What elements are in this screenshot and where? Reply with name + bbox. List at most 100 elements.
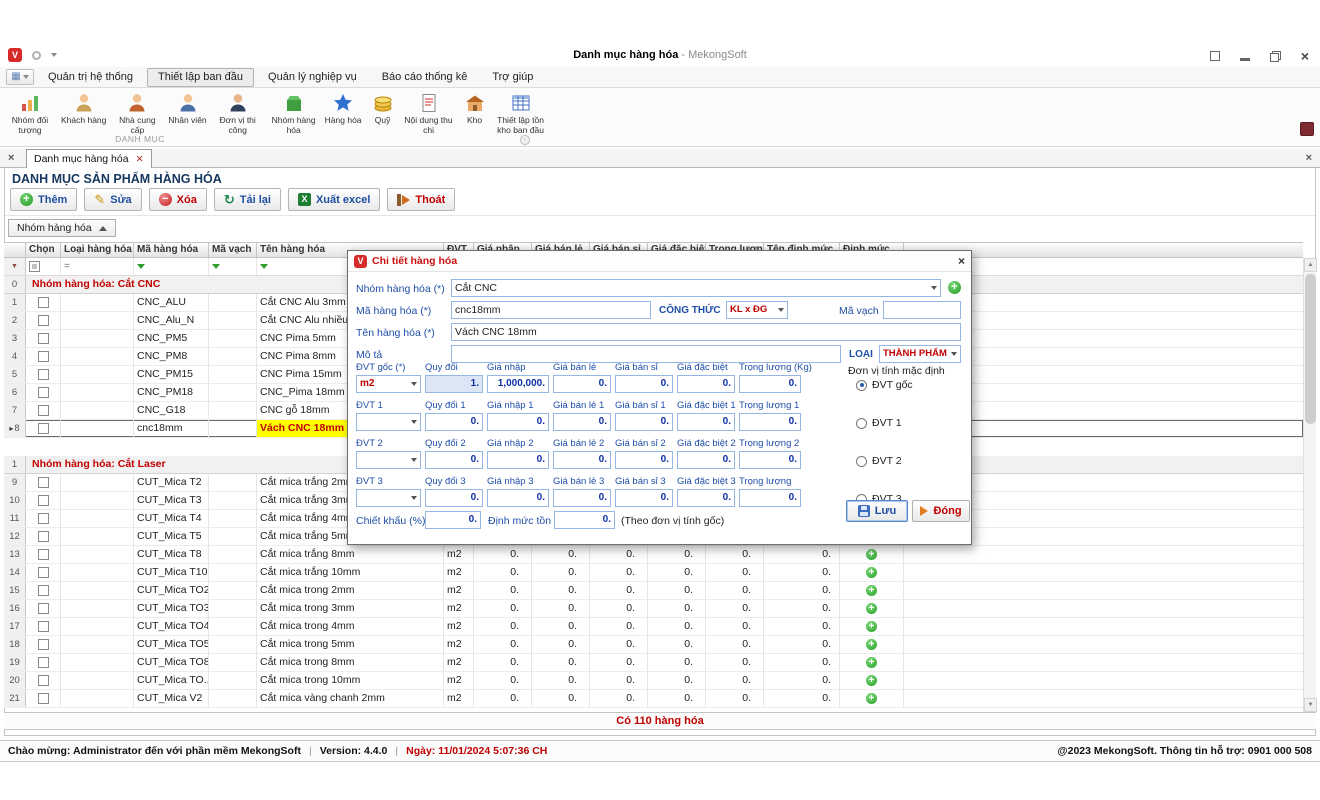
tab-quan-tri-he-thong[interactable]: Quản trị hệ thống xyxy=(37,68,144,87)
cell-ten-hang-hoa[interactable]: Cắt mica trong 5mm xyxy=(257,636,444,653)
cell-ma-hang-hoa[interactable]: CUT_Mica T4 xyxy=(134,510,209,527)
quy-doi-input[interactable]: 0. xyxy=(425,451,483,469)
delete-button[interactable]: − Xóa xyxy=(149,188,207,211)
cell-ma-vach[interactable] xyxy=(209,690,257,707)
filter-chon[interactable] xyxy=(26,258,61,275)
cell-gia-nhap[interactable]: 0. xyxy=(474,654,532,671)
cell-trong-luong[interactable]: 0. xyxy=(706,618,764,635)
cell-loai[interactable] xyxy=(61,654,134,671)
row-checkbox[interactable] xyxy=(38,297,49,308)
cell-gia-ban-le[interactable]: 0. xyxy=(532,690,590,707)
edit-button[interactable]: ✎ Sửa xyxy=(84,188,141,211)
row-checkbox[interactable] xyxy=(38,315,49,326)
cell-ma-hang-hoa[interactable]: CUT_Mica TO8 xyxy=(134,654,209,671)
filter-vach[interactable] xyxy=(209,258,257,275)
unit-select[interactable] xyxy=(356,413,421,431)
cell-gia-nhap[interactable]: 0. xyxy=(474,618,532,635)
cell-gia-ban-le[interactable]: 0. xyxy=(532,600,590,617)
cell-ma-vach[interactable] xyxy=(209,528,257,545)
row-checkbox[interactable] xyxy=(38,351,49,362)
table-row[interactable]: ▸17 CUT_Mica TO4 Cắt mica trong 4mm m2 0… xyxy=(4,618,1303,636)
table-row[interactable]: ▸18 CUT_Mica TO5 Cắt mica trong 5mm m2 0… xyxy=(4,636,1303,654)
unit-select[interactable] xyxy=(356,489,421,507)
cell-ma-hang-hoa[interactable]: CNC_ALU xyxy=(134,294,209,311)
cell-ma-vach[interactable] xyxy=(209,492,257,509)
cell-gia-ban-si[interactable]: 0. xyxy=(590,582,648,599)
row-checkbox[interactable] xyxy=(38,513,49,524)
add-group-icon[interactable]: + xyxy=(948,281,961,294)
cell-gia-dac-biet[interactable]: 0. xyxy=(648,618,706,635)
cell-chon[interactable] xyxy=(26,348,61,365)
cell-loai[interactable] xyxy=(61,582,134,599)
cell-chon[interactable] xyxy=(26,528,61,545)
cell-chon[interactable] xyxy=(26,618,61,635)
cell-ma-hang-hoa[interactable]: CUT_Mica T2 xyxy=(134,474,209,491)
add-dinh-muc-icon[interactable]: + xyxy=(866,657,877,668)
cell-gia-dac-biet[interactable]: 0. xyxy=(648,690,706,707)
cell-chon[interactable] xyxy=(26,330,61,347)
default-unit-radio[interactable]: ĐVT 2 xyxy=(856,455,902,467)
ribbon-item-don-vi-thi-cong[interactable]: Đơn vị thi công xyxy=(210,90,266,137)
cell-ma-vach[interactable] xyxy=(209,636,257,653)
gia-nhap-input[interactable]: 0. xyxy=(487,489,549,507)
dialog-close-icon[interactable]: × xyxy=(958,255,965,267)
cell-chon[interactable] xyxy=(26,546,61,563)
dialog-title-bar[interactable]: V Chi tiết hàng hóa × xyxy=(348,251,971,272)
cell-dvt[interactable]: m2 xyxy=(444,618,474,635)
filter-loai[interactable]: = xyxy=(61,258,134,275)
add-dinh-muc-icon[interactable]: + xyxy=(866,567,877,578)
cell-trong-luong[interactable]: 0. xyxy=(706,564,764,581)
add-dinh-muc-icon[interactable]: + xyxy=(866,639,877,650)
gia-ban-si-input[interactable]: 0. xyxy=(615,451,673,469)
gia-ban-le-input[interactable]: 0. xyxy=(553,451,611,469)
add-dinh-muc-icon[interactable]: + xyxy=(866,603,877,614)
table-row[interactable]: ▸13 CUT_Mica T8 Cắt mica trắng 8mm m2 0.… xyxy=(4,546,1303,564)
add-dinh-muc-icon[interactable]: + xyxy=(866,675,877,686)
cell-ten-hang-hoa[interactable]: Cắt mica trắng 8mm xyxy=(257,546,444,563)
cell-gia-nhap[interactable]: 0. xyxy=(474,636,532,653)
exit-button[interactable]: Thoát xyxy=(387,188,455,211)
ma-hang-hoa-input[interactable]: cnc18mm xyxy=(451,301,651,319)
panel-toggle-button[interactable] xyxy=(1300,122,1314,136)
cell-gia-nhap[interactable]: 0. xyxy=(474,672,532,689)
cell-chon[interactable] xyxy=(26,636,61,653)
cell-ma-hang-hoa[interactable]: CUT_Mica TO3 xyxy=(134,600,209,617)
cong-thuc-select[interactable]: KL x ĐG xyxy=(726,301,788,319)
table-row[interactable]: ▸16 CUT_Mica TO3 Cắt mica trong 3mm m2 0… xyxy=(4,600,1303,618)
cell-chon[interactable] xyxy=(26,384,61,401)
cell-ma-vach[interactable] xyxy=(209,474,257,491)
row-checkbox[interactable] xyxy=(38,387,49,398)
cell-gia-nhap[interactable]: 0. xyxy=(474,600,532,617)
cell-trong-luong[interactable]: 0. xyxy=(706,546,764,563)
cell-loai[interactable] xyxy=(61,330,134,347)
close-button[interactable]: × xyxy=(1298,49,1312,63)
cell-ma-hang-hoa[interactable]: CUT_Mica TO2 xyxy=(134,582,209,599)
row-checkbox[interactable] xyxy=(38,693,49,704)
cell-gia-dac-biet[interactable]: 0. xyxy=(648,600,706,617)
gia-nhap-input[interactable]: 0. xyxy=(487,413,549,431)
cell-loai[interactable] xyxy=(61,564,134,581)
cell-ten-dinh-muc[interactable]: 0. xyxy=(764,600,840,617)
dinh-muc-ton-input[interactable]: 0. xyxy=(554,511,615,529)
cell-gia-nhap[interactable]: 0. xyxy=(474,582,532,599)
gia-ban-si-input[interactable]: 0. xyxy=(615,413,673,431)
gia-dac-biet-input[interactable]: 0. xyxy=(677,451,735,469)
row-checkbox[interactable] xyxy=(38,495,49,506)
cell-ma-vach[interactable] xyxy=(209,564,257,581)
cell-chon[interactable] xyxy=(26,600,61,617)
header-ma-hang-hoa[interactable]: Mã hàng hóa xyxy=(134,243,209,257)
reload-button[interactable]: ↻ Tải lại xyxy=(214,188,281,211)
cell-loai[interactable] xyxy=(61,366,134,383)
row-checkbox[interactable] xyxy=(38,477,49,488)
cell-ma-vach[interactable] xyxy=(209,600,257,617)
cell-ten-dinh-muc[interactable]: 0. xyxy=(764,564,840,581)
cell-ma-hang-hoa[interactable]: CUT_Mica T8 xyxy=(134,546,209,563)
cell-ma-vach[interactable] xyxy=(209,546,257,563)
cell-dvt[interactable]: m2 xyxy=(444,690,474,707)
tab-thiet-lap-ban-dau[interactable]: Thiết lập ban đầu xyxy=(147,68,254,87)
cell-chon[interactable] xyxy=(26,510,61,527)
cell-ten-hang-hoa[interactable]: Cắt mica trong 8mm xyxy=(257,654,444,671)
dialog-close-button[interactable]: Đóng xyxy=(912,500,970,522)
cell-chon[interactable] xyxy=(26,672,61,689)
cell-gia-ban-si[interactable]: 0. xyxy=(590,618,648,635)
